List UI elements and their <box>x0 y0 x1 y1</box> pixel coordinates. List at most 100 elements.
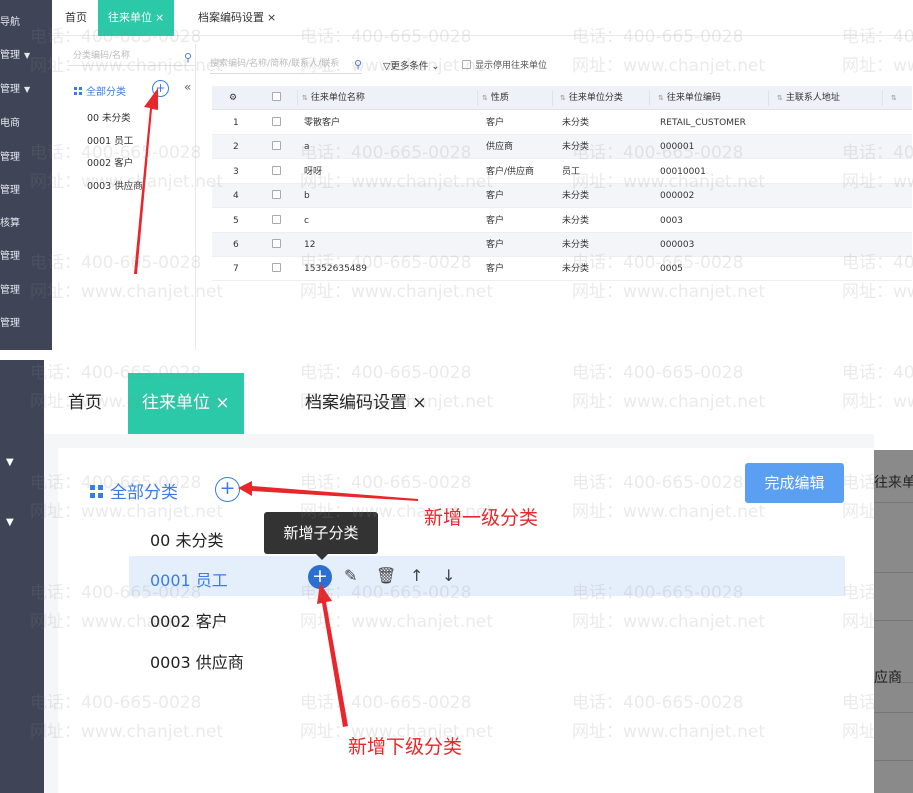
tab-partners[interactable]: 往来单位 × <box>128 373 244 434</box>
tree-node[interactable]: 00 未分类 <box>87 110 131 124</box>
close-icon[interactable]: × <box>155 11 164 24</box>
sidebar-item[interactable]: 管理 <box>0 314 20 329</box>
add-top-category-button[interactable]: + <box>215 477 240 502</box>
column-header[interactable]: ⇅ 往来单位编码 <box>658 86 721 110</box>
sort-icon[interactable]: ⇅ <box>560 94 566 102</box>
tab-label: 首页 <box>68 393 102 413</box>
finish-edit-button[interactable]: 完成编辑 <box>745 463 844 503</box>
partner-category: 未分类 <box>562 240 590 250</box>
sidebar-item-label: 导航 <box>0 17 20 28</box>
search-placeholder: 分类编码/名称 <box>73 51 131 61</box>
category-search-input[interactable]: 分类编码/名称 ⚲ <box>68 46 196 66</box>
table-row[interactable]: 5 c 客户 未分类 0003 <box>212 209 912 233</box>
gear-icon[interactable]: ⚙ <box>229 86 237 110</box>
edit-icon[interactable]: ✎ <box>344 566 357 585</box>
checkbox[interactable] <box>272 141 281 151</box>
close-icon[interactable]: × <box>215 393 229 413</box>
tab-partners[interactable]: 往来单位 × <box>98 0 175 36</box>
row-checkbox[interactable] <box>272 209 285 233</box>
partner-nature: 客户 <box>486 191 505 202</box>
partner-code: 0005 <box>660 264 683 275</box>
sidebar-item[interactable]: 管理 ▼ <box>0 46 30 61</box>
tree-root-all[interactable]: 全部分类 <box>90 478 178 503</box>
row-checkbox[interactable] <box>272 233 285 257</box>
arrow-down-icon[interactable]: ↓ <box>442 566 455 585</box>
sidebar-item[interactable]: 核算 <box>0 214 20 229</box>
row-checkbox[interactable] <box>272 135 285 159</box>
checkbox[interactable] <box>272 165 281 175</box>
partner-nature: 客户/供应商 <box>486 166 535 177</box>
add-category-button[interactable]: + <box>152 80 169 97</box>
row-checkbox[interactable] <box>272 160 285 184</box>
table-row[interactable]: 2 a 供应商 未分类 000001 <box>212 135 912 160</box>
sort-icon[interactable]: ⇅ <box>891 94 897 102</box>
delete-icon[interactable]: 🗑 <box>376 566 396 585</box>
row-checkbox[interactable] <box>272 111 285 135</box>
sort-icon[interactable]: ⇅ <box>482 94 488 102</box>
checkbox[interactable] <box>272 117 281 126</box>
search-icon[interactable]: ⚲ <box>184 48 192 68</box>
caret-down-icon[interactable]: ▼ <box>6 457 14 468</box>
tree-root-all[interactable]: 全部分类 <box>74 83 126 98</box>
table-overlay-strip: 往来单 应商 <box>874 450 913 793</box>
tree-node[interactable]: 0002 客户 <box>150 608 228 632</box>
column-header-label: 往来单位名称 <box>310 93 365 103</box>
sidebar-item[interactable]: 管理 <box>0 247 20 262</box>
row-number: 7 <box>233 264 239 275</box>
checkbox[interactable] <box>272 92 281 101</box>
column-header[interactable]: ⇅ 性质 <box>482 86 509 110</box>
column-header[interactable]: ⇅ 往来单位名称 <box>302 86 365 110</box>
sidebar-item[interactable]: 导航 <box>0 13 20 28</box>
annotation-add-top-level: 新增一级分类 <box>424 507 539 529</box>
search-icon[interactable]: ⚲ <box>351 55 362 73</box>
sidebar-item[interactable]: 电商 <box>0 114 20 129</box>
checkbox[interactable] <box>462 60 471 69</box>
partner-name: c <box>304 215 309 226</box>
close-icon[interactable]: × <box>412 393 426 413</box>
tree-node[interactable]: 0003 供应商 <box>150 649 244 673</box>
table-row[interactable]: 3 呀呀 客户/供应商 员工 00010001 <box>212 160 912 184</box>
column-header-label: 性质 <box>490 93 509 103</box>
selected-tree-row[interactable] <box>129 556 845 596</box>
table-row[interactable]: 4 b 客户 未分类 000002 <box>212 184 912 209</box>
tab-home[interactable]: 首页 <box>65 0 87 36</box>
partner-name: 15352635489 <box>304 264 367 275</box>
column-header[interactable]: ⇅ <box>891 86 900 110</box>
sidebar-item[interactable]: 管理 <box>0 281 20 296</box>
sort-icon[interactable]: ⇅ <box>777 94 783 102</box>
partner-search-input[interactable]: 搜索编码/名称/简称/联系人/联系 ⚲ <box>210 54 362 74</box>
checkbox[interactable] <box>272 214 281 224</box>
sidebar-item[interactable]: 管理 ▼ <box>0 80 30 95</box>
column-header[interactable]: ⇅ 往来单位分类 <box>560 86 623 110</box>
tab-home[interactable]: 首页 <box>68 373 102 434</box>
sidebar-item[interactable]: 管理 <box>0 181 20 196</box>
sort-icon[interactable]: ⇅ <box>302 94 308 102</box>
table-row[interactable]: 6 12 客户 未分类 000003 <box>212 233 912 257</box>
column-header[interactable]: ⇅ 主联系人地址 <box>777 86 840 110</box>
row-checkbox[interactable] <box>272 257 285 281</box>
more-conditions-button[interactable]: ▽更多条件 ⌄ <box>383 58 439 72</box>
tree-node[interactable]: 0001 员工 <box>87 133 133 147</box>
checkbox[interactable] <box>272 263 281 273</box>
arrow-up-icon[interactable]: ↑ <box>410 566 423 585</box>
checkbox[interactable] <box>272 239 281 248</box>
collapse-icon[interactable]: « <box>184 80 191 94</box>
sidebar-item[interactable]: 管理 <box>0 148 20 163</box>
tree-node-selected[interactable]: 0001 员工 <box>150 567 228 591</box>
close-icon[interactable]: × <box>267 11 276 24</box>
table-row[interactable]: 7 15352635489 客户 未分类 0005 <box>212 257 912 282</box>
tab-code-settings[interactable]: 档案编码设置 × <box>198 0 276 36</box>
row-checkbox[interactable] <box>272 184 285 208</box>
tree-node[interactable]: 00 未分类 <box>150 527 223 551</box>
checkbox[interactable] <box>272 190 281 200</box>
tree-node[interactable]: 0002 客户 <box>87 155 133 169</box>
table-row[interactable]: 1 零散客户 客户 未分类 RETAIL_CUSTOMER <box>212 111 912 135</box>
select-all-checkbox[interactable] <box>272 86 285 110</box>
tab-code-settings[interactable]: 档案编码设置 × <box>305 373 427 434</box>
tree-node[interactable]: 0003 供应商 <box>87 178 143 192</box>
caret-down-icon[interactable]: ▼ <box>6 517 14 528</box>
row-number: 1 <box>233 118 239 128</box>
sort-icon[interactable]: ⇅ <box>658 94 664 102</box>
show-disabled-checkbox[interactable]: 显示停用往来单位 <box>462 58 547 71</box>
add-subcategory-icon[interactable]: + <box>308 565 332 589</box>
